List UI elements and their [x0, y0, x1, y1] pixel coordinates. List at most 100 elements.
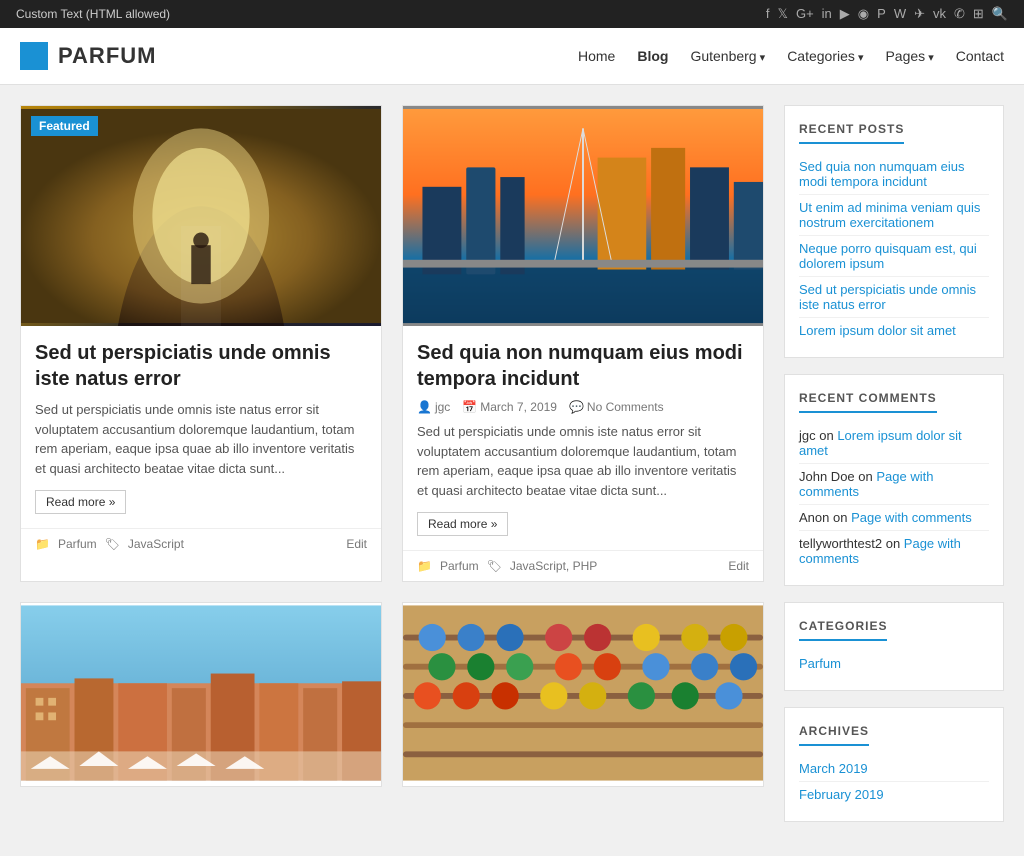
nav-pages[interactable]: Pages	[885, 48, 933, 64]
post-1-footer: 📁 Parfum 🏷 JavaScript Edit	[21, 528, 381, 559]
comment-user-3: Anon	[799, 510, 829, 525]
post-1-excerpt: Sed ut perspiciatis unde omnis iste natu…	[35, 400, 367, 478]
post-2-footer: 📁 Parfum 🏷 JavaScript, PHP Edit	[403, 550, 763, 581]
list-item: Neque porro quisquam est, qui dolorem ip…	[799, 236, 989, 277]
post-2-date: March 7, 2019	[480, 400, 557, 414]
post-2-excerpt: Sed ut perspiciatis unde omnis iste natu…	[417, 422, 749, 500]
recent-posts-list: Sed quia non numquam eius modi tempora i…	[799, 154, 989, 343]
top-bar: Custom Text (HTML allowed) f 𝕏 G+ in ▶ ◉…	[0, 0, 1024, 28]
categories-list: Parfum	[799, 651, 989, 676]
header: PARFUM Home Blog Gutenberg Categories Pa…	[0, 28, 1024, 85]
post-2-body: Sed quia non numquam eius modi tempora i…	[403, 326, 763, 550]
post-2-category: Parfum	[440, 559, 479, 573]
content-area: Featured Sed ut perspiciatis unde omnis …	[20, 105, 764, 822]
recent-comments-widget: RECENT COMMENTS jgc on Lorem ipsum dolor…	[784, 374, 1004, 586]
recent-post-link-5[interactable]: Lorem ipsum dolor sit amet	[799, 323, 956, 338]
post-2-author: jgc	[435, 400, 450, 414]
nav-categories[interactable]: Categories	[787, 48, 863, 64]
recent-posts-title: RECENT POSTS	[799, 122, 904, 144]
comment-icon: 💬	[569, 400, 584, 414]
categories-widget: CATEGORIES Parfum	[784, 602, 1004, 691]
comment-on-1: on	[819, 428, 837, 443]
calendar-icon: 📅	[462, 400, 477, 414]
comment-item-4: tellyworthtest2 on Page with comments	[799, 531, 989, 571]
archives-list: March 2019 February 2019	[799, 756, 989, 807]
post-2-read-more[interactable]: Read more »	[417, 512, 508, 536]
recent-post-link-2[interactable]: Ut enim ad minima veniam quis nostrum ex…	[799, 200, 980, 230]
nav-contact[interactable]: Contact	[956, 48, 1004, 64]
instagram-icon[interactable]: ◉	[858, 6, 869, 22]
tunnel-image	[21, 106, 381, 326]
post-1-image: Featured	[21, 106, 381, 326]
list-item: March 2019	[799, 756, 989, 782]
list-item: Sed ut perspiciatis unde omnis iste natu…	[799, 277, 989, 318]
comment-user-4: tellyworthtest2	[799, 536, 882, 551]
post-2-image	[403, 106, 763, 326]
twitter-icon[interactable]: 𝕏	[777, 6, 787, 22]
post-3-image	[21, 603, 381, 786]
categories-title: CATEGORIES	[799, 619, 887, 641]
main-nav: Home Blog Gutenberg Categories Pages Con…	[578, 48, 1004, 64]
post-2-date-wrap: 📅 March 7, 2019	[462, 400, 557, 414]
list-item: February 2019	[799, 782, 989, 807]
search-icon[interactable]: 🔍	[992, 6, 1008, 22]
main-container: Featured Sed ut perspiciatis unde omnis …	[0, 85, 1024, 842]
nav-blog[interactable]: Blog	[637, 48, 668, 64]
archives-widget: ARCHIVES March 2019 February 2019	[784, 707, 1004, 822]
posts-grid-bottom	[20, 602, 764, 787]
comment-item-1: jgc on Lorem ipsum dolor sit amet	[799, 423, 989, 464]
posts-grid-top: Featured Sed ut perspiciatis unde omnis …	[20, 105, 764, 582]
top-bar-text: Custom Text (HTML allowed)	[16, 7, 170, 21]
linkedin-icon[interactable]: in	[822, 6, 832, 22]
archive-link-1[interactable]: March 2019	[799, 761, 868, 776]
telegram-icon[interactable]: ✈	[914, 6, 925, 22]
list-item: Ut enim ad minima veniam quis nostrum ex…	[799, 195, 989, 236]
post-2-comments: No Comments	[587, 400, 664, 414]
comment-on-2: on	[858, 469, 876, 484]
archives-title: ARCHIVES	[799, 724, 869, 746]
post-card-1: Featured Sed ut perspiciatis unde omnis …	[20, 105, 382, 582]
comment-on-3: on	[833, 510, 851, 525]
recent-comments-title: RECENT COMMENTS	[799, 391, 937, 413]
wordpress-icon[interactable]: W	[894, 6, 906, 22]
whatsapp-icon[interactable]: ✆	[954, 6, 965, 22]
comment-item-2: John Doe on Page with comments	[799, 464, 989, 505]
comment-link-3[interactable]: Page with comments	[851, 510, 972, 525]
folder-icon-2: 📁	[417, 559, 432, 573]
tag-icon-2: 🏷	[487, 559, 502, 573]
post-1-tag-labels: JavaScript	[128, 537, 184, 551]
logo-box	[20, 42, 48, 70]
recent-post-link-1[interactable]: Sed quia non numquam eius modi tempora i…	[799, 159, 965, 189]
pinterest-icon[interactable]: P	[877, 6, 886, 22]
top-bar-icons: f 𝕏 G+ in ▶ ◉ P W ✈ vk ✆ ⊞ 🔍	[766, 6, 1008, 22]
nav-home[interactable]: Home	[578, 48, 615, 64]
post-2-title: Sed quia non numquam eius modi tempora i…	[417, 340, 749, 392]
recent-posts-widget: RECENT POSTS Sed quia non numquam eius m…	[784, 105, 1004, 358]
logo: PARFUM	[20, 42, 156, 70]
post-2-author-wrap: 👤 jgc	[417, 400, 450, 414]
googleplus-icon[interactable]: G+	[796, 6, 814, 22]
archive-link-2[interactable]: February 2019	[799, 787, 884, 802]
vk-icon[interactable]: vk	[933, 6, 946, 22]
recent-post-link-4[interactable]: Sed ut perspiciatis unde omnis iste natu…	[799, 282, 976, 312]
post-2-tag-labels: JavaScript, PHP	[510, 559, 597, 573]
comment-item-3: Anon on Page with comments	[799, 505, 989, 531]
tag-icon: 🏷	[105, 537, 120, 551]
sidebar: RECENT POSTS Sed quia non numquam eius m…	[784, 105, 1004, 822]
post-1-read-more[interactable]: Read more »	[35, 490, 126, 514]
post-1-edit[interactable]: Edit	[346, 537, 367, 551]
facebook-icon[interactable]: f	[766, 6, 770, 22]
nav-gutenberg[interactable]: Gutenberg	[690, 48, 765, 64]
post-card-4	[402, 602, 764, 787]
logo-text: PARFUM	[58, 43, 156, 69]
comment-user-2: John Doe	[799, 469, 855, 484]
rss-icon[interactable]: ⊞	[973, 6, 984, 22]
list-item: Lorem ipsum dolor sit amet	[799, 318, 989, 343]
youtube-icon[interactable]: ▶	[840, 6, 850, 22]
category-link-1[interactable]: Parfum	[799, 656, 841, 671]
post-2-edit[interactable]: Edit	[728, 559, 749, 573]
recent-post-link-3[interactable]: Neque porro quisquam est, qui dolorem ip…	[799, 241, 977, 271]
post-1-body: Sed ut perspiciatis unde omnis iste natu…	[21, 326, 381, 528]
comment-on-4: on	[886, 536, 904, 551]
person-icon: 👤	[417, 400, 432, 414]
